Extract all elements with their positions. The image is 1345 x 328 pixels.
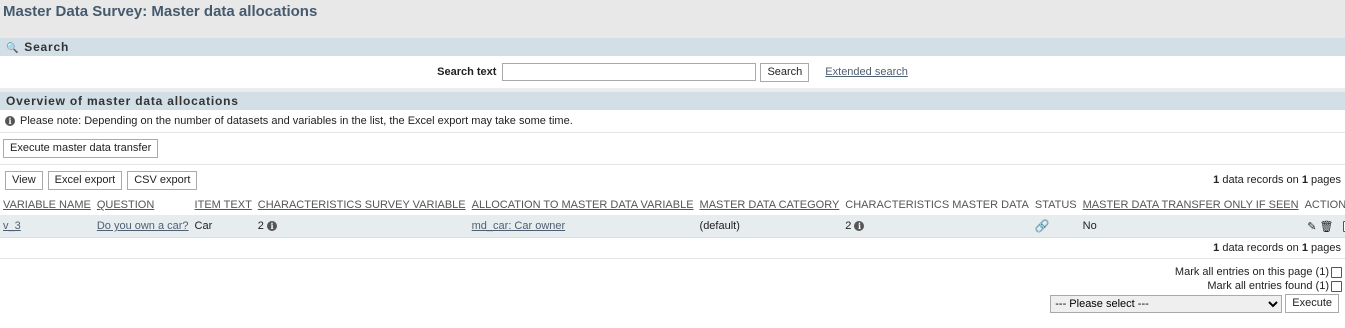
csv-export-button[interactable]: CSV export [127,170,198,190]
col-transfer-if-seen[interactable]: MASTER DATA TRANSFER ONLY IF SEEN [1080,195,1302,215]
excel-export-button[interactable]: Excel export [47,170,123,190]
item-text-cell: Car [191,215,255,238]
col-actions: ACTIONS [1304,199,1345,211]
variable-name-link[interactable]: v_3 [3,220,21,232]
characteristics-survey-cell: 2 i [254,215,469,238]
excel-note: i Please note: Depending on the number o… [0,110,1345,133]
title-bar: Master Data Survey: Master data allocati… [0,0,1345,38]
overview-section-header: Overview of master data allocations [0,92,1345,110]
col-master-data-category[interactable]: MASTER DATA CATEGORY [697,195,843,215]
execute-button[interactable]: Execute [1285,294,1339,313]
table-row: v_3 Do you own a car? Car 2 i md_car: Ca… [0,215,1345,238]
execute-master-data-transfer-button[interactable]: Execute master data transfer [3,139,159,158]
transfer-row: Execute master data transfer [0,133,1345,165]
records-count-bottom: 1 data records on 1 pages [0,238,1345,259]
search-input[interactable] [502,63,757,81]
col-characteristics-survey-variable[interactable]: CHARACTERISTICS SURVEY VARIABLE [255,195,469,215]
bulk-action-controls: --- Please select --- Execute [0,294,1345,313]
allocations-table: VARIABLE NAME QUESTION ITEM TEXT CHARACT… [0,195,1345,238]
bulk-action-select[interactable]: --- Please select --- [1050,294,1283,313]
page-title: Master Data Survey: Master data allocati… [3,3,318,20]
mark-found-row: Mark all entries found (1) [0,279,1345,293]
question-link[interactable]: Do you own a car? [97,220,189,232]
records-count-top: 1 data records on 1 pages [1213,174,1341,186]
allocation-link[interactable]: md_car: Car owner [472,220,566,232]
col-variable-name[interactable]: VARIABLE NAME [0,195,94,215]
search-icon: 🔍 [6,43,20,54]
mark-found-checkbox[interactable] [1331,280,1342,292]
mark-page-label: Mark all entries on this page (1) [1174,266,1329,278]
search-row: Search text Search Extended search [0,56,1345,88]
note-text: Please note: Depending on the number of … [20,115,573,127]
category-cell: (default) [696,215,843,238]
mark-found-label: Mark all entries found (1) [1207,280,1329,292]
extended-search-link[interactable]: Extended search [825,66,908,78]
status-cell: 🔗 [1031,215,1080,238]
col-item-text[interactable]: ITEM TEXT [192,195,255,215]
search-section-header[interactable]: 🔍 Search [0,38,1345,56]
col-allocation[interactable]: ALLOCATION TO MASTER DATA VARIABLE [469,195,697,215]
col-question[interactable]: QUESTION [94,195,192,215]
info-icon[interactable]: i [266,221,277,231]
col-status: STATUS [1034,199,1077,211]
view-button[interactable]: View [5,170,43,190]
col-characteristics-master-data: CHARACTERISTICS MASTER DATA [845,199,1029,211]
table-header-row: VARIABLE NAME QUESTION ITEM TEXT CHARACT… [0,195,1345,215]
actions-cell: ✎ 🗑 [1301,215,1345,238]
export-actions-row: View Excel export CSV export 1 data reco… [0,165,1345,195]
search-header-label: Search [24,40,70,54]
link-icon: 🔗 [1034,219,1050,233]
characteristics-master-cell: 2 i [842,215,1032,238]
info-icon[interactable]: i [854,221,865,231]
search-text-label: Search text [437,66,497,78]
transfer-if-seen-cell: No [1079,215,1302,238]
trash-icon[interactable]: 🗑 [1319,221,1333,233]
overview-header-label: Overview of master data allocations [6,94,239,108]
search-button[interactable]: Search [760,62,810,82]
mark-page-row: Mark all entries on this page (1) [0,265,1345,279]
info-icon: i [5,116,15,126]
pencil-icon[interactable]: ✎ [1307,221,1316,233]
mark-page-checkbox[interactable] [1331,266,1342,278]
